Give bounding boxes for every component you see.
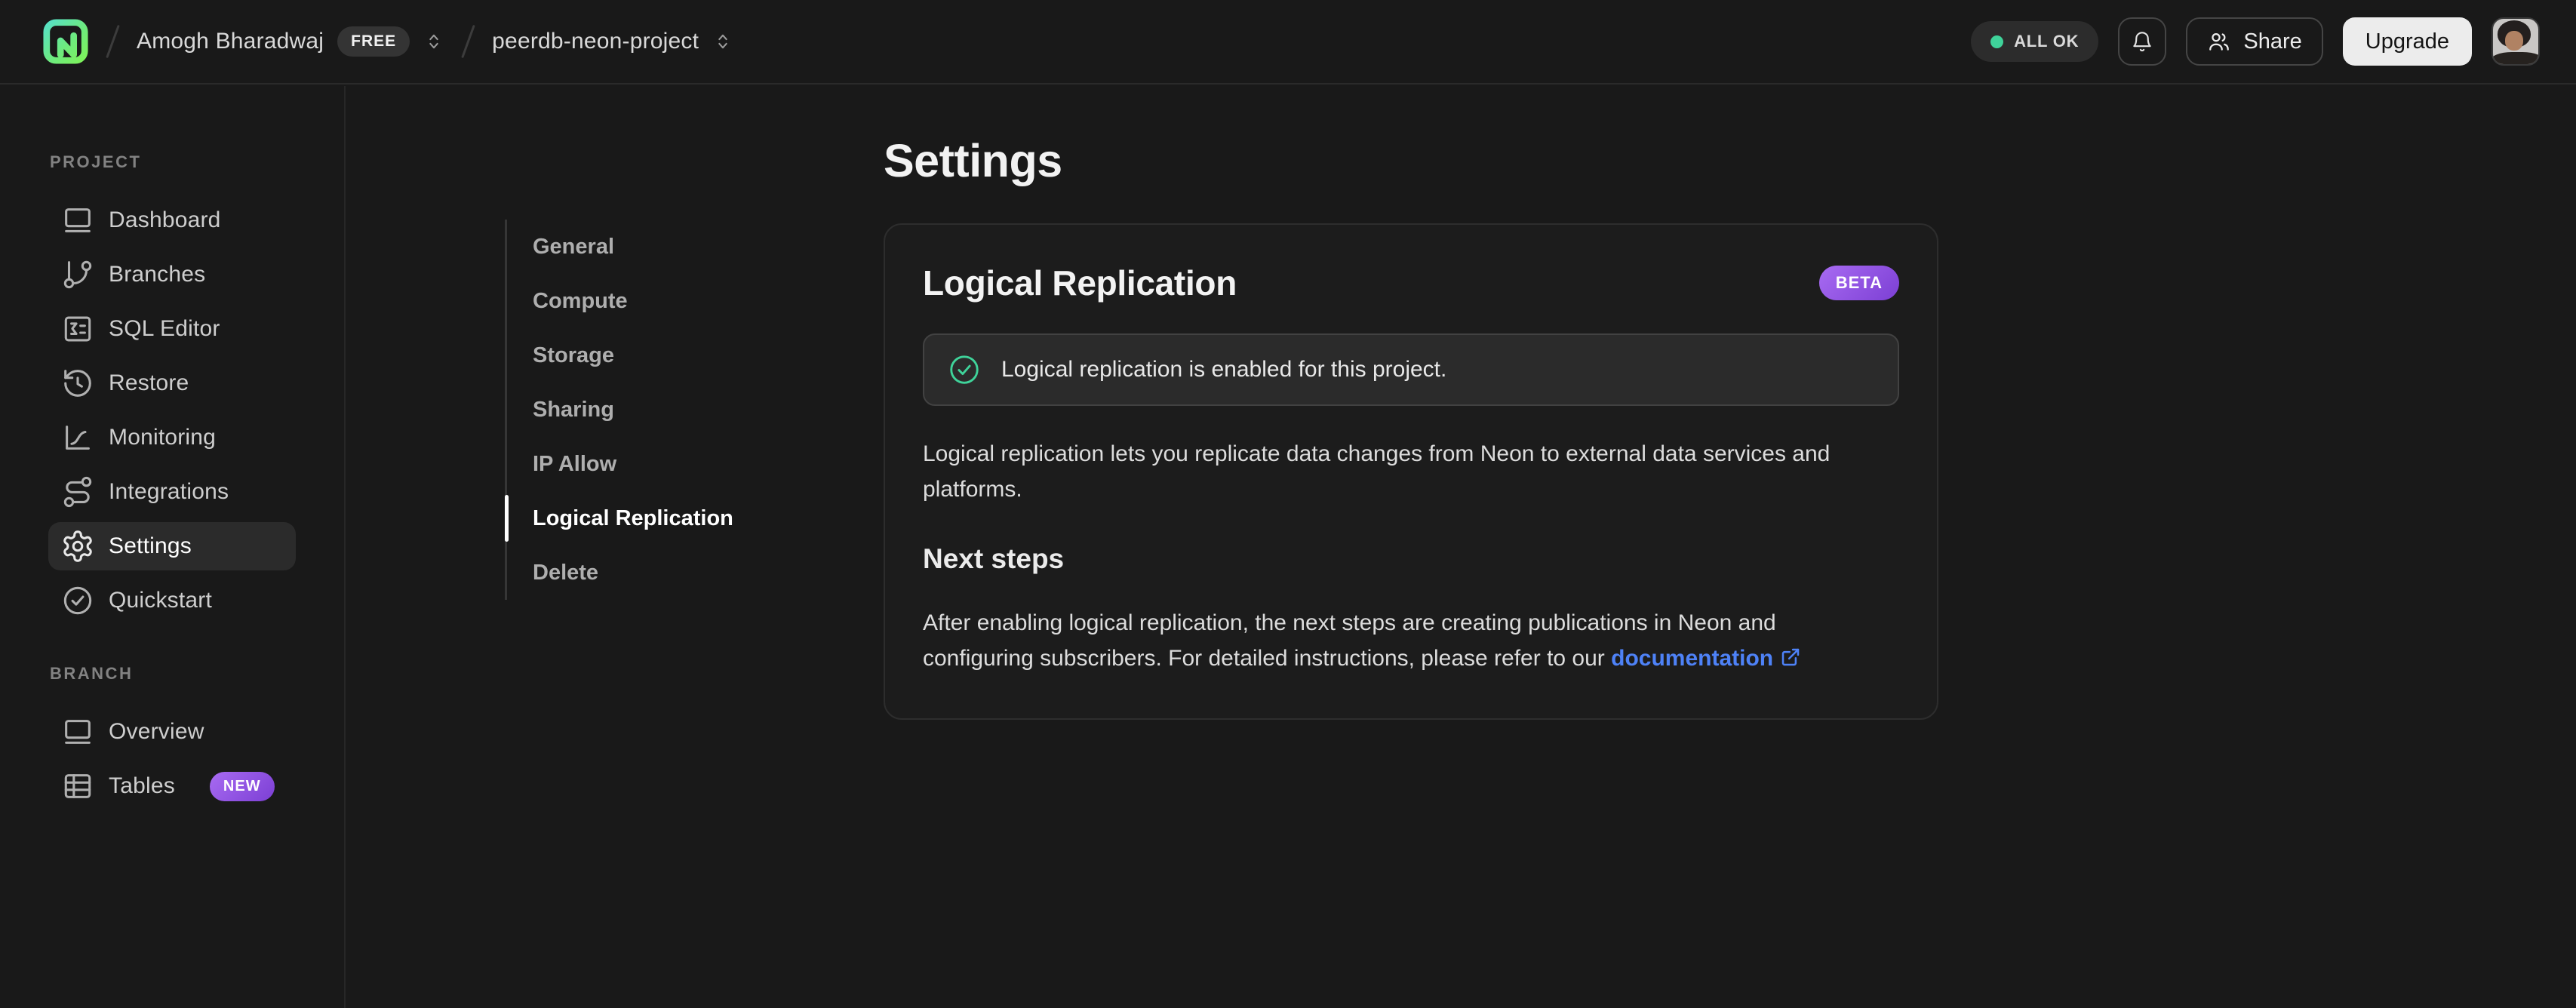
next-steps-text: After enabling logical replication, the … [923,605,1881,676]
sidebar-item-label: Settings [109,533,192,558]
beta-badge: BETA [1818,266,1899,300]
sidebar-item-label: Quickstart [109,588,213,613]
page-title: Settings [884,135,1062,186]
top-bar: Amogh Bharadwaj FREE peerdb-neon-project… [0,0,2576,85]
breadcrumb-slash [106,24,120,59]
sidebar-item-label: Branches [109,262,206,287]
route-icon [63,476,92,508]
share-button[interactable]: Share [2186,17,2323,66]
sidebar-item-tables[interactable]: Tables NEW [48,762,296,810]
sidebar-item-label: Integrations [109,479,229,504]
sidebar: PROJECT Dashboard Branches SQL Editor Re… [0,86,346,1008]
git-branch-icon [63,260,92,289]
sidebar-item-label: Dashboard [109,207,221,232]
neon-logo-icon[interactable] [42,18,89,65]
chevrons-up-down-icon [718,34,727,49]
bell-icon [2133,32,2152,52]
documentation-link-label: documentation [1611,646,1774,671]
check-circle-icon [63,586,92,615]
overview-icon [65,720,91,744]
sql-editor-icon [64,316,91,342]
notifications-button[interactable] [2118,17,2167,66]
sidebar-item-monitoring[interactable]: Monitoring [48,413,296,462]
settings-nav-sharing[interactable]: Sharing [507,383,764,437]
sidebar-item-label: Overview [109,719,204,744]
status-label: ALL OK [2014,32,2080,51]
upgrade-button[interactable]: Upgrade [2342,17,2472,66]
project-name: peerdb-neon-project [492,29,699,54]
sidebar-item-quickstart[interactable]: Quickstart [48,576,296,625]
settings-nav-ip-allow[interactable]: IP Allow [507,437,764,491]
new-badge: NEW [209,771,275,801]
sidebar-item-label: SQL Editor [109,316,220,341]
user-avatar[interactable] [2491,17,2540,66]
settings-subnav: General Compute Storage Sharing IP Allow… [505,220,764,600]
users-icon [2209,32,2230,51]
plan-badge: FREE [337,26,410,57]
org-name: Amogh Bharadwaj [137,29,324,54]
breadcrumb-slash [461,24,475,59]
sidebar-item-integrations[interactable]: Integrations [48,468,296,516]
external-link-icon [1781,648,1800,666]
gear-icon [63,530,92,562]
logical-replication-card: Logical Replication BETA Logical replica… [884,223,1938,720]
sidebar-item-label: Tables [109,773,175,798]
sidebar-item-label: Monitoring [109,425,217,450]
description-text: Logical replication lets you replicate d… [923,441,1831,502]
sidebar-section-branch: BRANCH [50,664,134,683]
documentation-link[interactable]: documentation [1611,646,1802,671]
settings-nav-compute[interactable]: Compute [507,274,764,328]
table-icon [64,774,91,798]
sidebar-item-branches[interactable]: Branches [48,250,296,299]
sidebar-item-sql-editor[interactable]: SQL Editor [48,305,296,353]
settings-nav-delete[interactable]: Delete [507,545,764,600]
alert-text: Logical replication is enabled for this … [1001,357,1447,382]
main-content: Settings Logical Replication BETA Logica… [884,86,2576,1008]
sidebar-item-label: Restore [109,370,189,395]
sidebar-item-overview[interactable]: Overview [48,708,296,756]
share-label: Share [2243,29,2302,54]
settings-nav-logical-replication[interactable]: Logical Replication [505,491,764,545]
settings-nav-general[interactable]: General [507,220,764,274]
card-title: Logical Replication [923,263,1237,303]
history-icon [64,370,91,397]
sidebar-item-dashboard[interactable]: Dashboard [48,196,296,244]
next-steps-heading: Next steps [923,543,1065,574]
chevrons-up-down-icon [429,34,438,49]
dashboard-icon [65,208,91,232]
check-circle-icon [950,355,979,384]
success-alert: Logical replication is enabled for this … [923,333,1899,406]
sidebar-item-settings[interactable]: Settings [48,522,296,570]
org-selector[interactable]: Amogh Bharadwaj FREE [137,26,444,57]
sidebar-section-project: PROJECT [50,152,142,171]
status-badge[interactable]: ALL OK [1971,21,2099,62]
settings-nav-storage[interactable]: Storage [507,328,764,383]
project-selector[interactable]: peerdb-neon-project [492,29,733,54]
status-ok-dot [1990,35,2004,48]
sidebar-item-restore[interactable]: Restore [48,359,296,407]
chart-icon [66,426,90,450]
